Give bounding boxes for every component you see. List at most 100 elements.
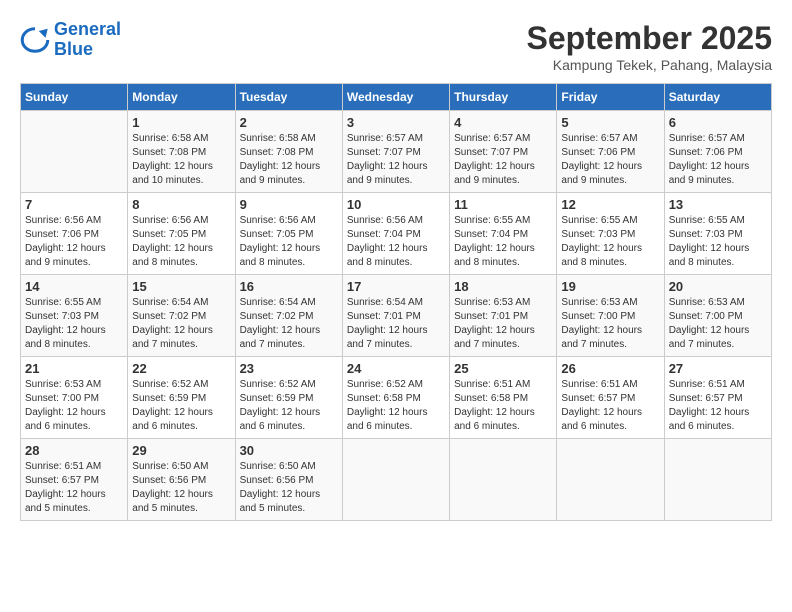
- calendar-cell: 10 Sunrise: 6:56 AMSunset: 7:04 PMDaylig…: [342, 193, 449, 275]
- day-info: Sunrise: 6:53 AMSunset: 7:00 PMDaylight:…: [669, 297, 750, 350]
- day-number: 7: [25, 197, 123, 212]
- calendar-cell: [557, 439, 664, 521]
- day-number: 13: [669, 197, 767, 212]
- weekday-header-wednesday: Wednesday: [342, 84, 449, 111]
- day-number: 17: [347, 279, 445, 294]
- day-number: 5: [561, 115, 659, 130]
- day-info: Sunrise: 6:51 AMSunset: 6:57 PMDaylight:…: [561, 379, 642, 432]
- day-number: 2: [240, 115, 338, 130]
- day-number: 10: [347, 197, 445, 212]
- page-header: General Blue September 2025 Kampung Teke…: [20, 20, 772, 73]
- calendar-cell: 5 Sunrise: 6:57 AMSunset: 7:06 PMDayligh…: [557, 111, 664, 193]
- weekday-row: SundayMondayTuesdayWednesdayThursdayFrid…: [21, 84, 772, 111]
- day-info: Sunrise: 6:52 AMSunset: 6:59 PMDaylight:…: [240, 379, 321, 432]
- day-number: 19: [561, 279, 659, 294]
- calendar-body: 1 Sunrise: 6:58 AMSunset: 7:08 PMDayligh…: [21, 111, 772, 521]
- calendar-week-2: 7 Sunrise: 6:56 AMSunset: 7:06 PMDayligh…: [21, 193, 772, 275]
- location: Kampung Tekek, Pahang, Malaysia: [527, 57, 772, 73]
- calendar-cell: 7 Sunrise: 6:56 AMSunset: 7:06 PMDayligh…: [21, 193, 128, 275]
- logo-icon: [20, 25, 50, 55]
- day-number: 15: [132, 279, 230, 294]
- day-info: Sunrise: 6:56 AMSunset: 7:06 PMDaylight:…: [25, 215, 106, 268]
- calendar-cell: [342, 439, 449, 521]
- calendar-week-1: 1 Sunrise: 6:58 AMSunset: 7:08 PMDayligh…: [21, 111, 772, 193]
- day-info: Sunrise: 6:52 AMSunset: 6:58 PMDaylight:…: [347, 379, 428, 432]
- day-info: Sunrise: 6:56 AMSunset: 7:05 PMDaylight:…: [240, 215, 321, 268]
- day-number: 20: [669, 279, 767, 294]
- day-number: 30: [240, 443, 338, 458]
- day-info: Sunrise: 6:53 AMSunset: 7:00 PMDaylight:…: [25, 379, 106, 432]
- weekday-header-tuesday: Tuesday: [235, 84, 342, 111]
- calendar-table: SundayMondayTuesdayWednesdayThursdayFrid…: [20, 83, 772, 521]
- calendar-cell: 29 Sunrise: 6:50 AMSunset: 6:56 PMDaylig…: [128, 439, 235, 521]
- day-info: Sunrise: 6:54 AMSunset: 7:02 PMDaylight:…: [132, 297, 213, 350]
- day-number: 14: [25, 279, 123, 294]
- day-info: Sunrise: 6:57 AMSunset: 7:06 PMDaylight:…: [561, 133, 642, 186]
- day-info: Sunrise: 6:53 AMSunset: 7:01 PMDaylight:…: [454, 297, 535, 350]
- day-number: 26: [561, 361, 659, 376]
- day-number: 4: [454, 115, 552, 130]
- calendar-week-5: 28 Sunrise: 6:51 AMSunset: 6:57 PMDaylig…: [21, 439, 772, 521]
- day-number: 3: [347, 115, 445, 130]
- day-info: Sunrise: 6:56 AMSunset: 7:05 PMDaylight:…: [132, 215, 213, 268]
- calendar-cell: 16 Sunrise: 6:54 AMSunset: 7:02 PMDaylig…: [235, 275, 342, 357]
- logo: General Blue: [20, 20, 121, 60]
- day-number: 28: [25, 443, 123, 458]
- day-number: 29: [132, 443, 230, 458]
- calendar-cell: 17 Sunrise: 6:54 AMSunset: 7:01 PMDaylig…: [342, 275, 449, 357]
- calendar-cell: [450, 439, 557, 521]
- weekday-header-monday: Monday: [128, 84, 235, 111]
- calendar-cell: [664, 439, 771, 521]
- day-number: 23: [240, 361, 338, 376]
- day-number: 24: [347, 361, 445, 376]
- calendar-cell: 18 Sunrise: 6:53 AMSunset: 7:01 PMDaylig…: [450, 275, 557, 357]
- weekday-header-thursday: Thursday: [450, 84, 557, 111]
- day-info: Sunrise: 6:54 AMSunset: 7:02 PMDaylight:…: [240, 297, 321, 350]
- calendar-cell: 24 Sunrise: 6:52 AMSunset: 6:58 PMDaylig…: [342, 357, 449, 439]
- day-info: Sunrise: 6:50 AMSunset: 6:56 PMDaylight:…: [240, 461, 321, 514]
- month-title: September 2025: [527, 20, 772, 57]
- calendar-week-3: 14 Sunrise: 6:55 AMSunset: 7:03 PMDaylig…: [21, 275, 772, 357]
- day-number: 12: [561, 197, 659, 212]
- calendar-cell: 8 Sunrise: 6:56 AMSunset: 7:05 PMDayligh…: [128, 193, 235, 275]
- day-number: 9: [240, 197, 338, 212]
- day-number: 6: [669, 115, 767, 130]
- logo-text: General Blue: [54, 20, 121, 60]
- calendar-week-4: 21 Sunrise: 6:53 AMSunset: 7:00 PMDaylig…: [21, 357, 772, 439]
- calendar-cell: 23 Sunrise: 6:52 AMSunset: 6:59 PMDaylig…: [235, 357, 342, 439]
- title-block: September 2025 Kampung Tekek, Pahang, Ma…: [527, 20, 772, 73]
- calendar-cell: 4 Sunrise: 6:57 AMSunset: 7:07 PMDayligh…: [450, 111, 557, 193]
- calendar-cell: 22 Sunrise: 6:52 AMSunset: 6:59 PMDaylig…: [128, 357, 235, 439]
- day-info: Sunrise: 6:55 AMSunset: 7:03 PMDaylight:…: [25, 297, 106, 350]
- day-info: Sunrise: 6:58 AMSunset: 7:08 PMDaylight:…: [240, 133, 321, 186]
- day-info: Sunrise: 6:51 AMSunset: 6:57 PMDaylight:…: [25, 461, 106, 514]
- day-info: Sunrise: 6:50 AMSunset: 6:56 PMDaylight:…: [132, 461, 213, 514]
- day-number: 25: [454, 361, 552, 376]
- day-info: Sunrise: 6:55 AMSunset: 7:04 PMDaylight:…: [454, 215, 535, 268]
- calendar-cell: 27 Sunrise: 6:51 AMSunset: 6:57 PMDaylig…: [664, 357, 771, 439]
- calendar-cell: 19 Sunrise: 6:53 AMSunset: 7:00 PMDaylig…: [557, 275, 664, 357]
- day-number: 16: [240, 279, 338, 294]
- day-info: Sunrise: 6:53 AMSunset: 7:00 PMDaylight:…: [561, 297, 642, 350]
- day-info: Sunrise: 6:54 AMSunset: 7:01 PMDaylight:…: [347, 297, 428, 350]
- calendar-cell: 26 Sunrise: 6:51 AMSunset: 6:57 PMDaylig…: [557, 357, 664, 439]
- calendar-cell: 28 Sunrise: 6:51 AMSunset: 6:57 PMDaylig…: [21, 439, 128, 521]
- day-info: Sunrise: 6:55 AMSunset: 7:03 PMDaylight:…: [669, 215, 750, 268]
- day-info: Sunrise: 6:51 AMSunset: 6:57 PMDaylight:…: [669, 379, 750, 432]
- calendar-cell: 2 Sunrise: 6:58 AMSunset: 7:08 PMDayligh…: [235, 111, 342, 193]
- calendar-cell: 13 Sunrise: 6:55 AMSunset: 7:03 PMDaylig…: [664, 193, 771, 275]
- day-number: 8: [132, 197, 230, 212]
- weekday-header-sunday: Sunday: [21, 84, 128, 111]
- weekday-header-saturday: Saturday: [664, 84, 771, 111]
- calendar-cell: 3 Sunrise: 6:57 AMSunset: 7:07 PMDayligh…: [342, 111, 449, 193]
- day-number: 27: [669, 361, 767, 376]
- calendar-cell: 1 Sunrise: 6:58 AMSunset: 7:08 PMDayligh…: [128, 111, 235, 193]
- day-number: 1: [132, 115, 230, 130]
- day-number: 22: [132, 361, 230, 376]
- calendar-cell: 15 Sunrise: 6:54 AMSunset: 7:02 PMDaylig…: [128, 275, 235, 357]
- weekday-header-friday: Friday: [557, 84, 664, 111]
- day-info: Sunrise: 6:58 AMSunset: 7:08 PMDaylight:…: [132, 133, 213, 186]
- day-info: Sunrise: 6:57 AMSunset: 7:06 PMDaylight:…: [669, 133, 750, 186]
- calendar-cell: 14 Sunrise: 6:55 AMSunset: 7:03 PMDaylig…: [21, 275, 128, 357]
- day-info: Sunrise: 6:56 AMSunset: 7:04 PMDaylight:…: [347, 215, 428, 268]
